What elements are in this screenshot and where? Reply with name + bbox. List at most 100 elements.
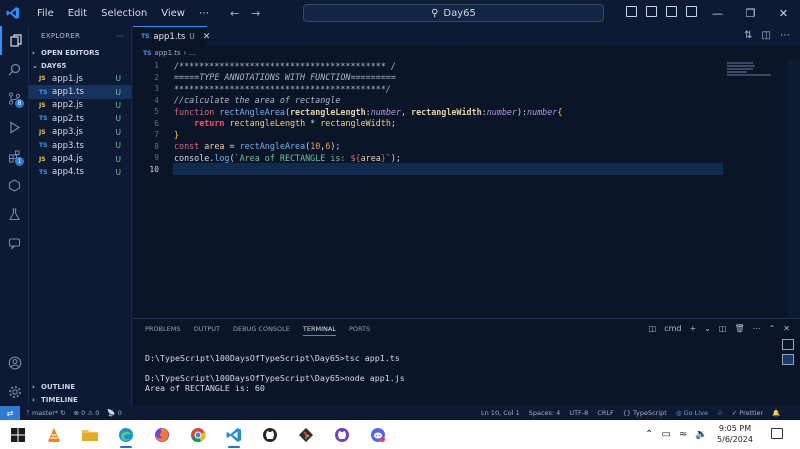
customize-layout-icon[interactable] (686, 6, 697, 17)
vlc-icon[interactable] (36, 420, 72, 449)
branch-status[interactable]: ᛉ master* ↻ (26, 409, 66, 417)
encoding[interactable]: UTF-8 (569, 409, 588, 417)
folder-section[interactable]: ⌄ DAY65 (29, 59, 131, 72)
menu-selection[interactable]: Selection (94, 8, 154, 19)
status-left: ᛉ master* ↻ ⊗ 0 ⚠ 0 📡 0 (26, 409, 122, 417)
open-editors-section[interactable]: › OPEN EDITORS (29, 46, 131, 59)
file-item[interactable]: JS app1.js U (29, 72, 131, 85)
go-live-button[interactable]: ◎ Go Live (676, 409, 708, 417)
search-icon[interactable] (0, 55, 29, 84)
minimap[interactable] (723, 60, 781, 318)
remote-icon[interactable]: ⇄ (0, 406, 20, 420)
tab-app1-ts[interactable]: TS app1.ts U ✕ (133, 26, 210, 46)
remote-explorer-icon[interactable] (0, 171, 29, 200)
explorer-more-icon[interactable]: ⋯ (117, 32, 124, 40)
tab-problems[interactable]: PROBLEMS (145, 325, 180, 336)
edge-icon[interactable] (108, 420, 144, 449)
run-debug-icon[interactable] (0, 113, 29, 142)
forward-arrow-icon[interactable]: → (251, 7, 260, 20)
file-explorer-icon[interactable] (72, 420, 108, 449)
back-arrow-icon[interactable]: ← (230, 7, 239, 20)
timeline-section[interactable]: › TIMELINE (29, 393, 132, 406)
menu-edit[interactable]: Edit (61, 8, 94, 19)
volume-icon[interactable]: 🔉 (695, 429, 707, 440)
tab-terminal[interactable]: TERMINAL (302, 325, 336, 336)
chrome-icon[interactable] (180, 420, 216, 449)
ports-status[interactable]: 📡 0 (107, 409, 121, 417)
indentation[interactable]: Spaces: 4 (529, 409, 561, 417)
windows-start-icon[interactable] (0, 420, 36, 449)
wifi-icon[interactable]: ≈ (679, 429, 687, 440)
prettier-status[interactable]: ✓ Prettier (732, 409, 763, 417)
tab-debug-console[interactable]: DEBUG CONSOLE (233, 325, 290, 336)
vscode-icon[interactable] (216, 420, 252, 449)
terminal-shell-label[interactable]: cmd (664, 324, 681, 333)
language-mode[interactable]: {} TypeScript (623, 409, 667, 417)
file-item[interactable]: TS app3.ts U (29, 139, 131, 152)
git-icon[interactable] (288, 420, 324, 449)
restore-icon[interactable]: ❐ (734, 0, 767, 26)
trash-icon[interactable]: 🗑 (734, 324, 744, 333)
toggle-secondary-sidebar-icon[interactable] (666, 6, 677, 17)
notifications-icon[interactable]: ♧ (717, 409, 723, 417)
code-text: =====TYPE ANNOTATIONS WITH FUNCTION=====… (174, 72, 396, 83)
line-ending[interactable]: CRLF (597, 409, 613, 417)
chat-icon[interactable] (0, 229, 29, 258)
explorer-icon[interactable] (0, 26, 29, 55)
github-icon[interactable] (324, 420, 360, 449)
code-editor[interactable]: 1 /*************************************… (133, 60, 800, 318)
menu-file[interactable]: File (30, 8, 61, 19)
new-terminal-icon[interactable]: + (689, 324, 696, 333)
more-actions-icon[interactable]: ⋯ (780, 30, 790, 41)
more-actions-icon[interactable]: ⋯ (753, 324, 761, 333)
settings-icon[interactable] (0, 377, 29, 406)
discord-icon[interactable] (360, 420, 396, 449)
untracked-status: U (115, 167, 122, 177)
testing-icon[interactable] (0, 200, 29, 229)
clock[interactable]: 9:05 PM 5/6/2024 (715, 423, 755, 445)
outline-section[interactable]: › OUTLINE (29, 380, 132, 393)
github-desktop-icon[interactable] (252, 420, 288, 449)
file-item[interactable]: JS app3.js U (29, 126, 131, 139)
extensions-icon[interactable]: 1 (0, 142, 29, 171)
breadcrumb-file[interactable]: app1.ts (154, 49, 180, 57)
terminal-instance-icon[interactable] (782, 339, 794, 350)
close-panel-icon[interactable]: ✕ (783, 324, 790, 333)
file-item[interactable]: TS app4.ts U (29, 166, 131, 179)
minimap-line (727, 65, 755, 67)
close-icon[interactable]: ✕ (767, 0, 800, 26)
close-tab-icon[interactable]: ✕ (203, 32, 211, 42)
split-terminal-icon[interactable]: ◫ (719, 324, 727, 333)
tab-ports[interactable]: PORTS (349, 325, 370, 336)
menu-view[interactable]: View (154, 8, 192, 19)
terminal-instance-icon[interactable] (782, 354, 794, 365)
source-control-icon[interactable]: 8 (0, 84, 29, 113)
compare-changes-icon[interactable]: ⇅ (744, 30, 752, 41)
bell-icon[interactable]: 🔔 (772, 409, 780, 417)
command-center[interactable]: ⚲ Day65 (303, 4, 604, 22)
file-item[interactable]: JS app4.js U (29, 152, 131, 165)
account-icon[interactable] (0, 348, 29, 377)
cursor-position[interactable]: Ln 10, Col 1 (481, 409, 520, 417)
tab-output[interactable]: OUTPUT (193, 325, 220, 336)
file-item[interactable]: JS app2.js U (29, 99, 131, 112)
problems-status[interactable]: ⊗ 0 ⚠ 0 (74, 409, 100, 417)
toggle-panel-icon[interactable] (646, 6, 657, 17)
maximize-panel-icon[interactable]: ⌃ (769, 324, 776, 333)
breadcrumb-rest[interactable]: › ... (184, 49, 196, 57)
terminal-output[interactable]: D:\TypeScript\100DaysOfTypeScript\Day65>… (145, 353, 405, 393)
chevron-right-icon: › (32, 382, 35, 391)
minimize-icon[interactable]: — (701, 0, 734, 26)
editor-scrollbar[interactable] (788, 60, 800, 318)
split-editor-icon[interactable]: ◫ (762, 30, 771, 41)
notification-center-icon[interactable] (771, 428, 783, 439)
toggle-primary-sidebar-icon[interactable] (626, 6, 637, 17)
display-icon[interactable]: ▭ (661, 429, 670, 440)
file-item-selected[interactable]: TS app1.ts U (29, 85, 131, 99)
chevron-up-icon[interactable]: ⌃ (645, 429, 653, 440)
menu-bar: File Edit Selection View ⋯ (30, 8, 216, 19)
file-item[interactable]: TS app2.ts U (29, 112, 131, 125)
firefox-icon[interactable] (144, 420, 180, 449)
chevron-down-icon[interactable]: ⌄ (704, 324, 711, 333)
menu-more[interactable]: ⋯ (192, 8, 216, 19)
